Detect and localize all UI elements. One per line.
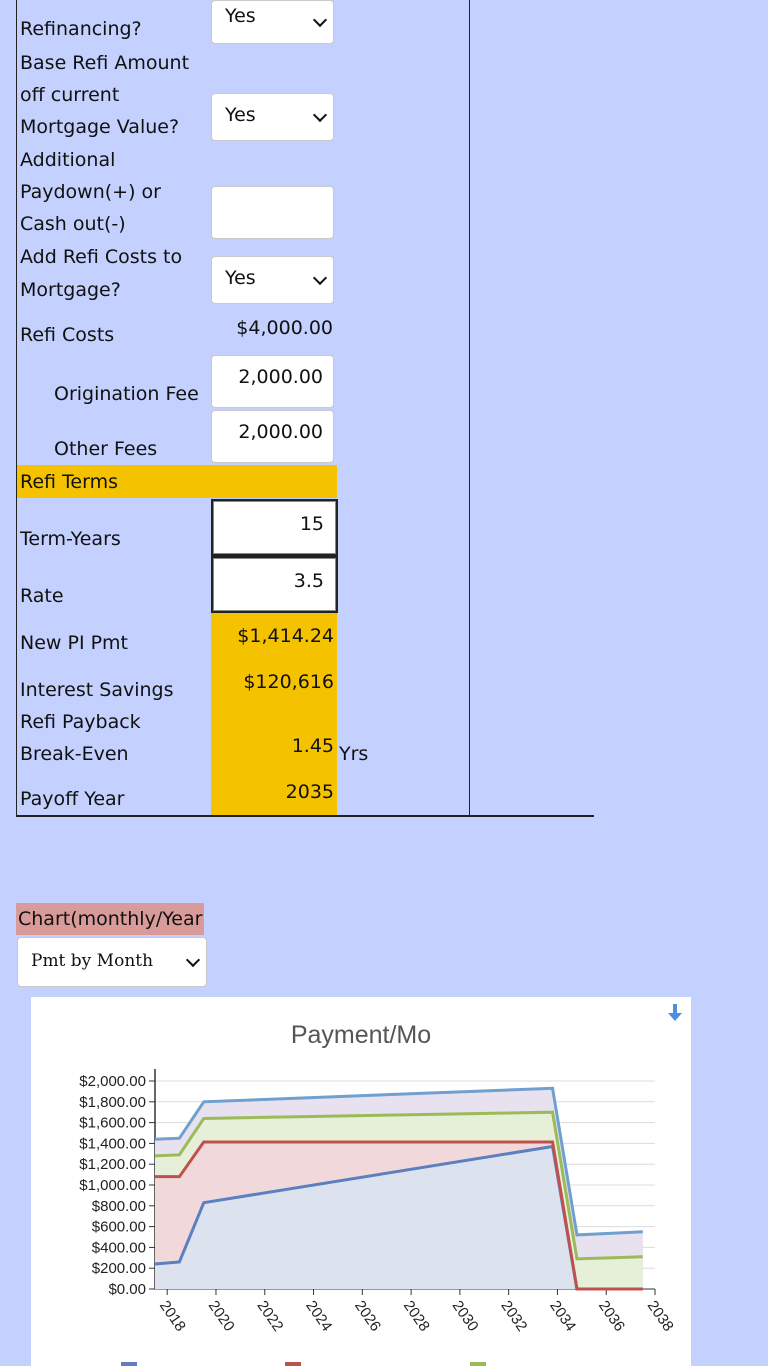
- base-refi-select-value: Yes: [225, 104, 256, 126]
- chevron-down-icon: [312, 12, 328, 28]
- rate-input[interactable]: 3.5: [211, 556, 338, 613]
- chevron-down-icon: [312, 107, 328, 123]
- y-tick-label: $800.00: [92, 1198, 146, 1215]
- add-costs-select-value: Yes: [225, 267, 256, 289]
- paydown-label-3: Cash out(-): [20, 213, 126, 235]
- paydown-input[interactable]: [211, 186, 334, 239]
- add-costs-label-2: Mortgage?: [20, 279, 121, 301]
- interest-savings-label: Interest Savings: [20, 679, 174, 701]
- origination-label: Origination Fee: [54, 383, 199, 405]
- chevron-down-icon: [312, 270, 328, 286]
- x-tick-label: 2020: [205, 1298, 238, 1335]
- interest-savings-value: $120,616: [243, 671, 334, 693]
- x-tick-label: 2030: [449, 1298, 482, 1335]
- new-pi-value: $1,414.24: [237, 625, 334, 647]
- refinancing-label: Refinancing?: [20, 18, 142, 40]
- chart-title: Payment/Mo: [291, 1021, 431, 1049]
- refinancing-select[interactable]: Yes: [211, 0, 334, 44]
- new-pi-label: New PI Pmt: [20, 632, 128, 654]
- payoff-year-value: 2035: [285, 781, 334, 803]
- x-tick-label: 2026: [351, 1298, 384, 1335]
- payback-value: 1.45: [291, 735, 334, 757]
- origination-input[interactable]: 2,000.00: [211, 355, 334, 408]
- y-tick-label: $600.00: [92, 1219, 146, 1236]
- base-refi-label-3: Mortgage Value?: [20, 116, 180, 138]
- refinancing-select-value: Yes: [225, 5, 256, 27]
- paydown-label-1: Additional: [20, 149, 116, 171]
- other-fees-label: Other Fees: [54, 438, 158, 460]
- payback-unit: Yrs: [339, 743, 369, 765]
- table-left-border: [16, 0, 17, 816]
- base-refi-label-2: off current: [20, 84, 120, 106]
- rate-label: Rate: [20, 585, 64, 607]
- chart-mode-select-value: Pmt by Month: [31, 951, 154, 971]
- y-tick-label: $200.00: [92, 1260, 146, 1277]
- x-tick-label: 2032: [497, 1298, 530, 1335]
- payback-label-1: Refi Payback: [20, 711, 141, 733]
- payoff-year-label: Payoff Year: [20, 788, 125, 810]
- x-tick-label: 2022: [253, 1298, 286, 1335]
- chevron-down-icon: [185, 952, 201, 968]
- y-tick-label: $1,800.00: [79, 1094, 146, 1111]
- term-years-input[interactable]: 15: [211, 499, 338, 556]
- table-bottom-border: [16, 815, 594, 817]
- x-tick-label: 2038: [644, 1298, 677, 1335]
- x-tick-label: 2034: [546, 1298, 579, 1335]
- x-tick-label: 2028: [400, 1298, 433, 1335]
- term-years-label: Term-Years: [20, 528, 121, 550]
- add-costs-label-1: Add Refi Costs to: [20, 246, 183, 268]
- y-tick-label: $1,400.00: [79, 1135, 146, 1152]
- add-costs-select[interactable]: Yes: [211, 256, 334, 304]
- legend-swatch-2: [470, 1362, 486, 1366]
- y-tick-label: $400.00: [92, 1239, 146, 1256]
- table-right-border: [469, 0, 470, 816]
- paydown-label-2: Paydown(+) or: [20, 181, 161, 203]
- payment-chart-panel: Payment/Mo $0.00 $200.00 $400.00 $600.00 $800…: [31, 997, 691, 1366]
- legend-swatch-1: [285, 1362, 301, 1366]
- refi-terms-header: Refi Terms: [20, 471, 118, 493]
- y-tick-label: $1,600.00: [79, 1115, 146, 1132]
- base-refi-label-1: Base Refi Amount: [20, 52, 190, 74]
- y-tick-label: $1,000.00: [79, 1177, 146, 1194]
- y-tick-label: $1,200.00: [79, 1156, 146, 1173]
- payment-chart: Payment/Mo $0.00 $200.00 $400.00 $600.00 $800…: [79, 1021, 677, 1366]
- base-refi-select[interactable]: Yes: [211, 93, 334, 141]
- x-tick-label: 2036: [595, 1298, 628, 1335]
- refi-costs-value: $4,000.00: [236, 317, 333, 339]
- y-tick-label: $2,000.00: [79, 1073, 146, 1090]
- chart-mode-label: Chart(monthly/Year: [16, 903, 205, 935]
- x-tick-label: 2018: [156, 1298, 189, 1335]
- y-tick-label: $0.00: [108, 1281, 146, 1298]
- legend-swatch-0: [121, 1362, 137, 1366]
- payback-label-2: Break-Even: [20, 743, 129, 765]
- refi-costs-label: Refi Costs: [20, 324, 115, 346]
- other-fees-input[interactable]: 2,000.00: [211, 410, 334, 463]
- x-tick-label: 2024: [302, 1298, 335, 1335]
- chart-mode-select[interactable]: Pmt by Month: [17, 937, 207, 987]
